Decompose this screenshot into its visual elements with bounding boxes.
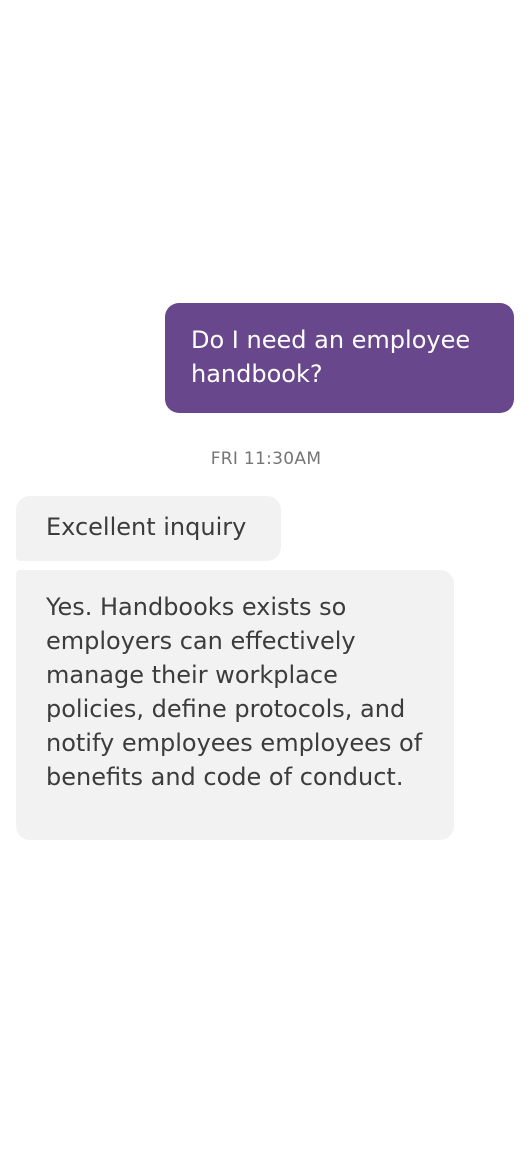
outgoing-message-bubble[interactable]: Do I need an employee handbook?	[165, 303, 514, 413]
incoming-message-bubble[interactable]: Excellent inquiry	[16, 496, 281, 561]
chat-thread: Do I need an employee handbook? FRI 11:3…	[0, 0, 532, 1154]
message-timestamp: FRI 11:30AM	[210, 449, 322, 469]
incoming-message-bubble[interactable]: Yes. Handbooks exists so employers can e…	[16, 570, 454, 840]
